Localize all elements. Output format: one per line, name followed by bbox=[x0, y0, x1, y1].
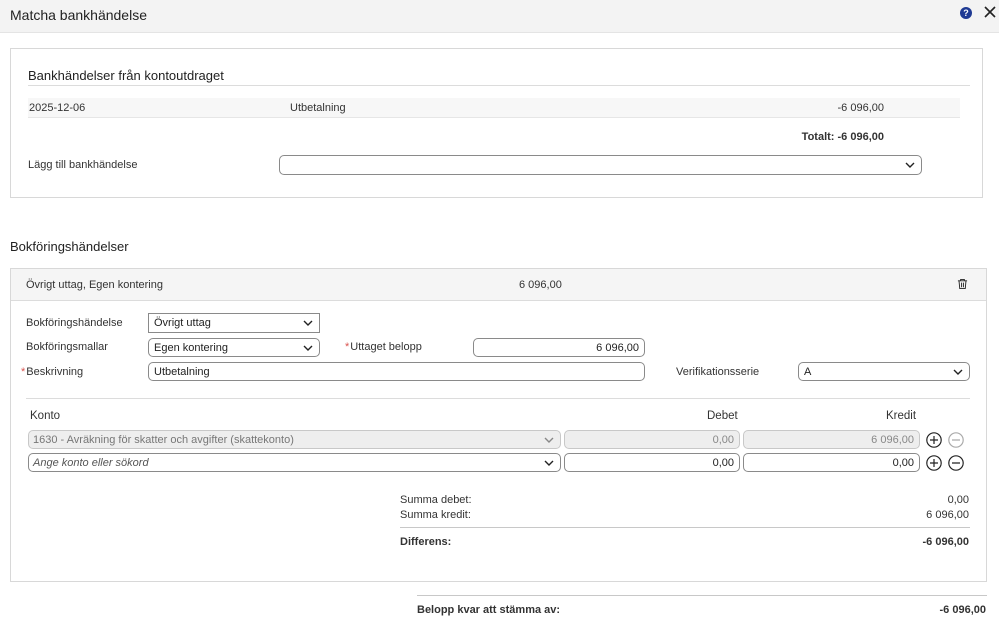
series-select[interactable]: A bbox=[798, 362, 970, 381]
account-select[interactable]: 1630 - Avräkning för skatter och avgifte… bbox=[28, 430, 561, 449]
add-bank-event-select[interactable] bbox=[279, 155, 922, 175]
divider bbox=[417, 595, 987, 596]
withdrawn-amount-input[interactable]: 6 096,00 bbox=[473, 338, 645, 357]
description-label: *Beskrivning bbox=[21, 366, 83, 378]
event-select[interactable]: Övrigt uttag bbox=[148, 313, 320, 333]
remove-row-icon[interactable] bbox=[948, 455, 964, 471]
close-icon[interactable] bbox=[983, 5, 997, 19]
withdrawn-amount-label: *Uttaget belopp bbox=[345, 341, 422, 353]
series-value: A bbox=[804, 365, 812, 378]
dialog-header bbox=[0, 0, 999, 33]
description-label-text: Beskrivning bbox=[26, 366, 84, 378]
chevron-down-icon bbox=[953, 369, 963, 375]
chevron-down-icon bbox=[544, 437, 554, 443]
chevron-down-icon bbox=[303, 345, 313, 351]
new-credit-value: 0,00 bbox=[892, 456, 914, 469]
booking-events-title: Bokföringshändelser bbox=[10, 239, 129, 254]
description-input[interactable]: Utbetalning bbox=[148, 362, 645, 381]
sum-credit-label: Summa kredit: bbox=[400, 509, 471, 521]
divider bbox=[28, 85, 970, 86]
bank-event-amount: -6 096,00 bbox=[837, 102, 884, 114]
template-value: Egen kontering bbox=[154, 341, 228, 354]
sum-credit-value: 6 096,00 bbox=[926, 509, 969, 521]
new-account-select[interactable]: Ange konto eller sökord bbox=[28, 453, 561, 472]
required-mark: * bbox=[21, 366, 26, 378]
chevron-down-icon bbox=[303, 320, 313, 326]
remaining-value: -6 096,00 bbox=[939, 604, 986, 616]
bank-event-date: 2025-12-06 bbox=[29, 102, 86, 114]
template-label: Bokföringsmallar bbox=[26, 341, 108, 353]
series-label: Verifikationsserie bbox=[676, 366, 760, 378]
chevron-down-icon bbox=[544, 460, 554, 466]
account-column-header: Konto bbox=[30, 410, 61, 422]
add-row-icon[interactable] bbox=[926, 432, 942, 448]
trash-icon[interactable] bbox=[957, 278, 968, 290]
remove-row-icon[interactable] bbox=[948, 432, 964, 448]
required-mark: * bbox=[345, 341, 350, 353]
new-credit-input[interactable]: 0,00 bbox=[743, 453, 920, 472]
description-value: Utbetalning bbox=[154, 365, 210, 378]
event-label: Bokföringshändelse bbox=[26, 317, 123, 329]
debit-input[interactable]: 0,00 bbox=[564, 430, 740, 449]
new-account-placeholder: Ange konto eller sökord bbox=[33, 456, 149, 469]
add-row-icon[interactable] bbox=[926, 455, 942, 471]
credit-input[interactable]: 6 096,00 bbox=[743, 430, 920, 449]
event-value: Övrigt uttag bbox=[154, 317, 211, 329]
help-icon[interactable]: ? bbox=[960, 7, 972, 19]
bank-events-title: Bankhändelser från kontoutdraget bbox=[28, 68, 224, 83]
chevron-down-icon bbox=[905, 162, 915, 168]
sum-debit-value: 0,00 bbox=[947, 494, 969, 506]
divider bbox=[400, 527, 970, 528]
credit-value: 6 096,00 bbox=[871, 433, 914, 446]
account-value: 1630 - Avräkning för skatter och avgifte… bbox=[33, 433, 294, 446]
difference-label: Differens: bbox=[400, 536, 452, 548]
remaining-label: Belopp kvar att stämma av: bbox=[417, 604, 561, 616]
template-select[interactable]: Egen kontering bbox=[148, 338, 320, 357]
dialog-title: Matcha bankhändelse bbox=[10, 7, 147, 23]
debit-value: 0,00 bbox=[712, 433, 734, 446]
credit-column-header: Kredit bbox=[886, 410, 917, 422]
divider bbox=[26, 398, 970, 399]
difference-value: -6 096,00 bbox=[922, 536, 969, 548]
booking-event-item-amount: 6 096,00 bbox=[519, 279, 562, 291]
bank-events-total: Totalt: -6 096,00 bbox=[801, 131, 884, 143]
withdrawn-amount-label-text: Uttaget belopp bbox=[350, 341, 422, 353]
new-debit-input[interactable]: 0,00 bbox=[564, 453, 740, 472]
sum-debit-label: Summa debet: bbox=[400, 494, 472, 506]
add-bank-event-label: Lägg till bankhändelse bbox=[28, 159, 138, 171]
new-debit-value: 0,00 bbox=[712, 456, 734, 469]
debit-column-header: Debet bbox=[707, 410, 738, 422]
booking-event-item-title: Övrigt uttag, Egen kontering bbox=[26, 279, 163, 291]
withdrawn-amount-value: 6 096,00 bbox=[596, 341, 639, 354]
bank-event-text: Utbetalning bbox=[290, 102, 346, 114]
